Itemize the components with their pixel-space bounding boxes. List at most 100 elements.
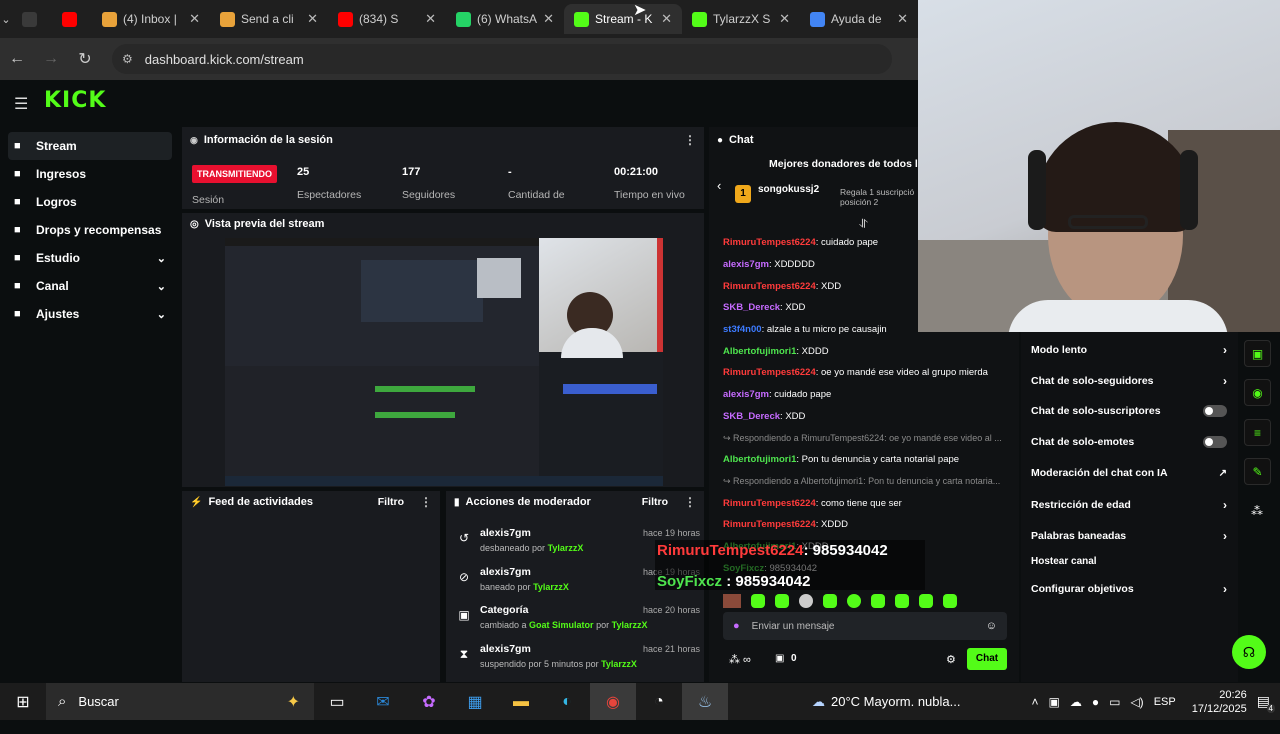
notification-icon[interactable]: ▤4 [1257,693,1270,710]
browser-tab[interactable]: Ayuda de✕ [800,4,918,34]
cloud-icon[interactable]: ☁ [1070,695,1082,709]
browser-tab[interactable]: Stream - K✕ [564,4,682,34]
chat-username[interactable]: SKB_Dereck [723,411,780,422]
taskbar-search[interactable]: ⌕ Buscar ✦ [46,683,314,720]
chevron-up-icon[interactable]: ˄ [1032,695,1039,709]
sidebar-item-canal[interactable]: ■Canal⌄ [8,272,172,300]
chat-username[interactable]: RimuruTempest6224 [723,519,816,530]
close-icon[interactable]: ✕ [897,11,908,27]
support-button[interactable]: ☊ [1232,635,1266,669]
volume-icon[interactable]: ◁) [1130,695,1143,709]
sidebar-item-drops[interactable]: ■Drops y recompensas [8,216,172,244]
close-icon[interactable]: ✕ [189,11,200,27]
browser-tab[interactable]: (6) WhatsA✕ [446,4,564,34]
emoji-icon[interactable]: ☺ [986,620,997,632]
broadcast-button[interactable]: ◉ [1244,379,1271,406]
sidebar-item-ajustes[interactable]: ■Ajustes⌄ [8,300,172,328]
share-icon[interactable]: ⁂ [1251,504,1263,518]
speedometer-icon[interactable]: ◔ [636,683,682,720]
menu-icon[interactable]: ☰ [14,94,28,114]
toggle-switch[interactable] [1203,405,1227,417]
close-icon[interactable]: ✕ [661,11,672,27]
mod-filter-button[interactable]: Filtro [642,496,668,508]
chat-setting-chat-de-solo-seguidores[interactable]: Chat de solo-seguidores› [1031,374,1227,388]
copilot-icon[interactable]: ✿ [406,683,452,720]
chat-settings-icon[interactable]: ⚙ [946,653,956,666]
chat-username[interactable]: RimuruTempest6224 [723,498,816,509]
chat-tools-icon[interactable]: ⁂ ∞ [729,653,751,666]
pinned-icon[interactable]: ⥯ [859,217,868,232]
chat-username[interactable]: st3f4n00 [723,324,762,335]
chat-username[interactable]: SKB_Dereck [723,302,780,313]
chat-setting-configurar-objetivos[interactable]: Configurar objetivos› [1031,582,1227,596]
start-button[interactable]: ⊞ [0,683,46,720]
close-icon[interactable]: ✕ [779,11,790,27]
emote-icon[interactable] [847,594,861,608]
chat-username[interactable]: Albertofujimori1 [723,346,796,357]
emote-icon[interactable] [919,594,933,608]
mod-action-row[interactable]: ⧗alexis7gmhace 21 horassuspendido por 5 … [456,643,704,679]
mic-icon[interactable]: ● [733,620,740,632]
sidebar-item-logros[interactable]: ■Logros [8,188,172,216]
browser-tab[interactable]: (834) S✕ [328,4,446,34]
chat-username[interactable]: RimuruTempest6224 [723,237,816,248]
chat-username[interactable]: Albertofujimori1 [723,454,796,465]
back-button[interactable]: ← [0,50,34,68]
session-more-icon[interactable]: ⋮ [684,133,696,147]
stream-preview-video[interactable] [225,238,663,486]
chat-setting-hostear-canal[interactable]: Hostear canal [1031,556,1227,567]
kick-logo[interactable]: KICK [44,88,106,113]
chat-panel-button[interactable]: ▣ [1244,340,1271,367]
browser-tab[interactable]: Send a cli✕ [210,4,328,34]
battery-icon[interactable]: ▭ [1109,695,1120,709]
sidebar-item-estudio[interactable]: ■Estudio⌄ [8,244,172,272]
emote-icon[interactable] [775,594,789,608]
emote-icon[interactable] [871,594,885,608]
site-info-icon[interactable]: ⚙ [122,52,133,66]
emote-icon[interactable] [895,594,909,608]
tray-app-icon[interactable]: ▣ [1049,695,1060,709]
chrome-icon[interactable]: ◉ [590,683,636,720]
chat-setting-palabras-baneadas[interactable]: Palabras baneadas› [1031,529,1227,543]
emote-icon[interactable] [751,594,765,608]
close-icon[interactable]: ✕ [425,11,436,27]
outlook-icon[interactable]: ✉ [360,683,406,720]
chat-setting-chat-de-solo-suscriptores[interactable]: Chat de solo-suscriptores [1031,405,1227,417]
layout-button[interactable]: ≡ [1244,419,1271,446]
feed-more-icon[interactable]: ⋮ [420,495,432,509]
close-icon[interactable]: ✕ [543,11,554,27]
browser-tab[interactable]: TylarzzX S✕ [682,4,800,34]
explorer-icon[interactable]: ▬ [498,683,544,720]
chat-setting-chat-de-solo-emotes[interactable]: Chat de solo-emotes [1031,436,1227,448]
chat-setting-moderaci-n-del-chat-con-ia[interactable]: Moderación del chat con IA↗ [1031,467,1227,479]
edge-icon[interactable]: ◐ [544,683,590,720]
chat-send-button[interactable]: Chat [967,648,1007,670]
task-view-icon[interactable]: ▭ [314,683,360,720]
browser-tab[interactable] [12,4,52,34]
emote-icon[interactable] [799,594,813,608]
mod-more-icon[interactable]: ⋮ [684,495,696,509]
forward-button[interactable]: → [34,50,68,68]
tab-list-dropdown[interactable]: ⌄ [0,13,12,26]
reload-button[interactable]: ↻ [68,49,102,69]
browser-tab[interactable] [52,4,92,34]
store-icon[interactable]: ▦ [452,683,498,720]
chat-input[interactable]: ● Enviar un mensaje ☺ [723,612,1007,640]
emote-icon[interactable] [943,594,957,608]
feed-filter-button[interactable]: Filtro [378,496,404,508]
toggle-switch[interactable] [1203,436,1227,448]
clock[interactable]: 20:26 17/12/2025 [1192,688,1247,716]
mod-action-row[interactable]: ▣Categoríahace 20 horascambiado a Goat S… [456,604,704,640]
sidebar-item-stream[interactable]: ■Stream [8,132,172,160]
close-icon[interactable]: ✕ [307,11,318,27]
emote-icon[interactable] [823,594,837,608]
chat-username[interactable]: RimuruTempest6224 [723,281,816,292]
mic-tray-icon[interactable]: ● [1092,695,1099,709]
tools-button[interactable]: ✎ [1244,458,1271,485]
browser-tab[interactable]: (4) Inbox |✕ [92,4,210,34]
chat-setting-restricci-n-de-edad[interactable]: Restricción de edad› [1031,498,1227,512]
url-bar[interactable]: ⚙ dashboard.kick.com/stream [112,44,892,74]
chat-username[interactable]: alexis7gm [723,259,769,270]
language-indicator[interactable]: ESP [1154,696,1176,708]
sidebar-item-ingresos[interactable]: ■Ingresos [8,160,172,188]
